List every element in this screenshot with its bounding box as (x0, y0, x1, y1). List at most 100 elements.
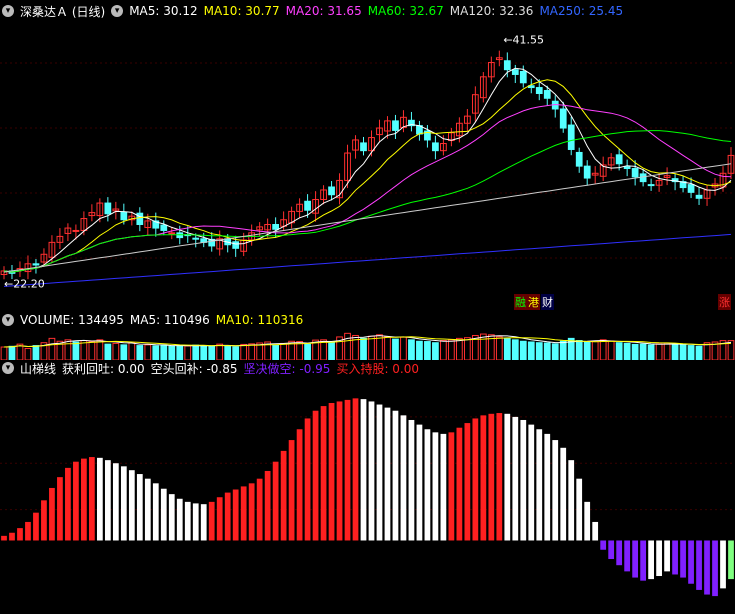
volume-header: ▾ VOLUME: 134495 MA5: 110496 MA10: 11031… (0, 311, 735, 329)
volume-bar (176, 345, 184, 360)
volume-bar (551, 343, 559, 360)
badge-hk: 港 (527, 294, 540, 310)
volume-bar (120, 344, 128, 360)
badge-rise: 涨 (718, 294, 731, 310)
indicator-bar (136, 474, 143, 541)
candle-body (519, 70, 527, 84)
indicator-bar (120, 466, 127, 541)
indicator-bar (232, 489, 239, 541)
indicator-bar (280, 450, 287, 541)
ma20-label: MA20: 31.65 (285, 4, 362, 18)
candlestick-chart[interactable]: ←41.55 ←22.20 (0, 18, 735, 310)
indicator-bar (688, 540, 694, 584)
volume-bar (679, 344, 687, 360)
indicator-bar (368, 401, 375, 541)
indicator-bar (176, 498, 183, 541)
indicator-bar (472, 418, 479, 541)
volume-bar (687, 345, 695, 360)
candle-body (360, 142, 367, 152)
indicator-bar (696, 540, 702, 590)
indicator-bar (41, 500, 47, 541)
indicator-bar (528, 424, 535, 541)
volume-bar (535, 342, 543, 360)
collapse-icon[interactable]: ▾ (2, 5, 14, 17)
volume-bar (384, 336, 391, 360)
volume-chart[interactable] (0, 330, 735, 360)
indicator-profit: 获利回吐: 0.00 (62, 361, 145, 376)
indicator-bar (81, 458, 87, 541)
volume-bar (615, 342, 623, 360)
indicator-bar (1, 535, 7, 541)
indicator-bar (208, 501, 215, 541)
candle-body (168, 232, 176, 235)
volume-bar (272, 344, 280, 360)
candle-body (32, 263, 40, 266)
volume-title: VOLUME: 134495 (20, 313, 124, 327)
ma10-line (3, 79, 732, 273)
settings-icon[interactable]: ▾ (111, 5, 124, 17)
volume-bar (224, 345, 232, 360)
volume-bar (112, 342, 120, 360)
indicator-bar (704, 540, 710, 595)
indicator-bar (592, 521, 599, 541)
indicator-bar (296, 429, 303, 541)
indicator-title: 山梯线 (20, 361, 57, 376)
indicator-bar (680, 540, 686, 578)
ma250-line (3, 233, 732, 287)
candle-body (72, 229, 80, 232)
indicator-collapse-icon[interactable]: ▾ (2, 362, 14, 374)
indicator-bar (17, 528, 23, 541)
indicator-bar (96, 457, 103, 541)
indicator-bar (512, 416, 519, 541)
volume-bar (72, 341, 80, 360)
volume-bar (583, 341, 591, 360)
indicator-bar (144, 478, 151, 541)
candle-body (232, 241, 240, 249)
indicator-chart[interactable] (0, 378, 735, 614)
indicator-bar (400, 415, 407, 541)
candle-body (623, 166, 631, 170)
badge-margin: 融 (514, 294, 527, 310)
indicator-bar (496, 413, 503, 541)
indicator-bar (73, 461, 79, 541)
indicator-bar (584, 501, 591, 541)
volume-bar (160, 344, 168, 360)
indicator-bar (624, 540, 631, 572)
indicator-bar (536, 429, 543, 541)
candle-body (104, 202, 112, 215)
indicator-bar (49, 487, 55, 541)
volume-bar (8, 345, 16, 360)
ma20-line (3, 103, 732, 273)
stock-title: 深桑达Ａ (日线) (20, 4, 106, 19)
volume-bar (64, 339, 72, 360)
volume-bar (607, 340, 615, 360)
volume-bar (543, 342, 551, 360)
indicator-bar (728, 540, 734, 580)
indicator-bar (608, 540, 615, 560)
indicator-bar (224, 492, 231, 541)
volume-bar (519, 340, 527, 360)
candle-body (432, 142, 439, 152)
candle-body (615, 154, 623, 165)
indicator-bar (128, 470, 135, 541)
candle-body (535, 87, 543, 95)
indicator-bar (312, 410, 319, 541)
volume-bar (527, 341, 535, 360)
indicator-bar (600, 540, 607, 550)
candle-body (136, 212, 144, 226)
volume-bar (352, 334, 359, 360)
volume-ma10: MA10: 110316 (215, 313, 304, 327)
volume-bar (304, 343, 311, 360)
volume-collapse-icon[interactable]: ▾ (2, 314, 14, 326)
volume-bar (328, 341, 335, 360)
indicator-bar (264, 470, 271, 541)
candle-body (192, 237, 200, 240)
indicator-bar (616, 540, 623, 566)
volume-bar (344, 332, 351, 360)
candle-body (511, 69, 519, 75)
ma5-line (3, 67, 732, 273)
indicator-bar (416, 424, 423, 541)
candle-body (687, 184, 695, 193)
ma5-label: MA5: 30.12 (129, 4, 198, 18)
volume-bar (599, 339, 607, 360)
